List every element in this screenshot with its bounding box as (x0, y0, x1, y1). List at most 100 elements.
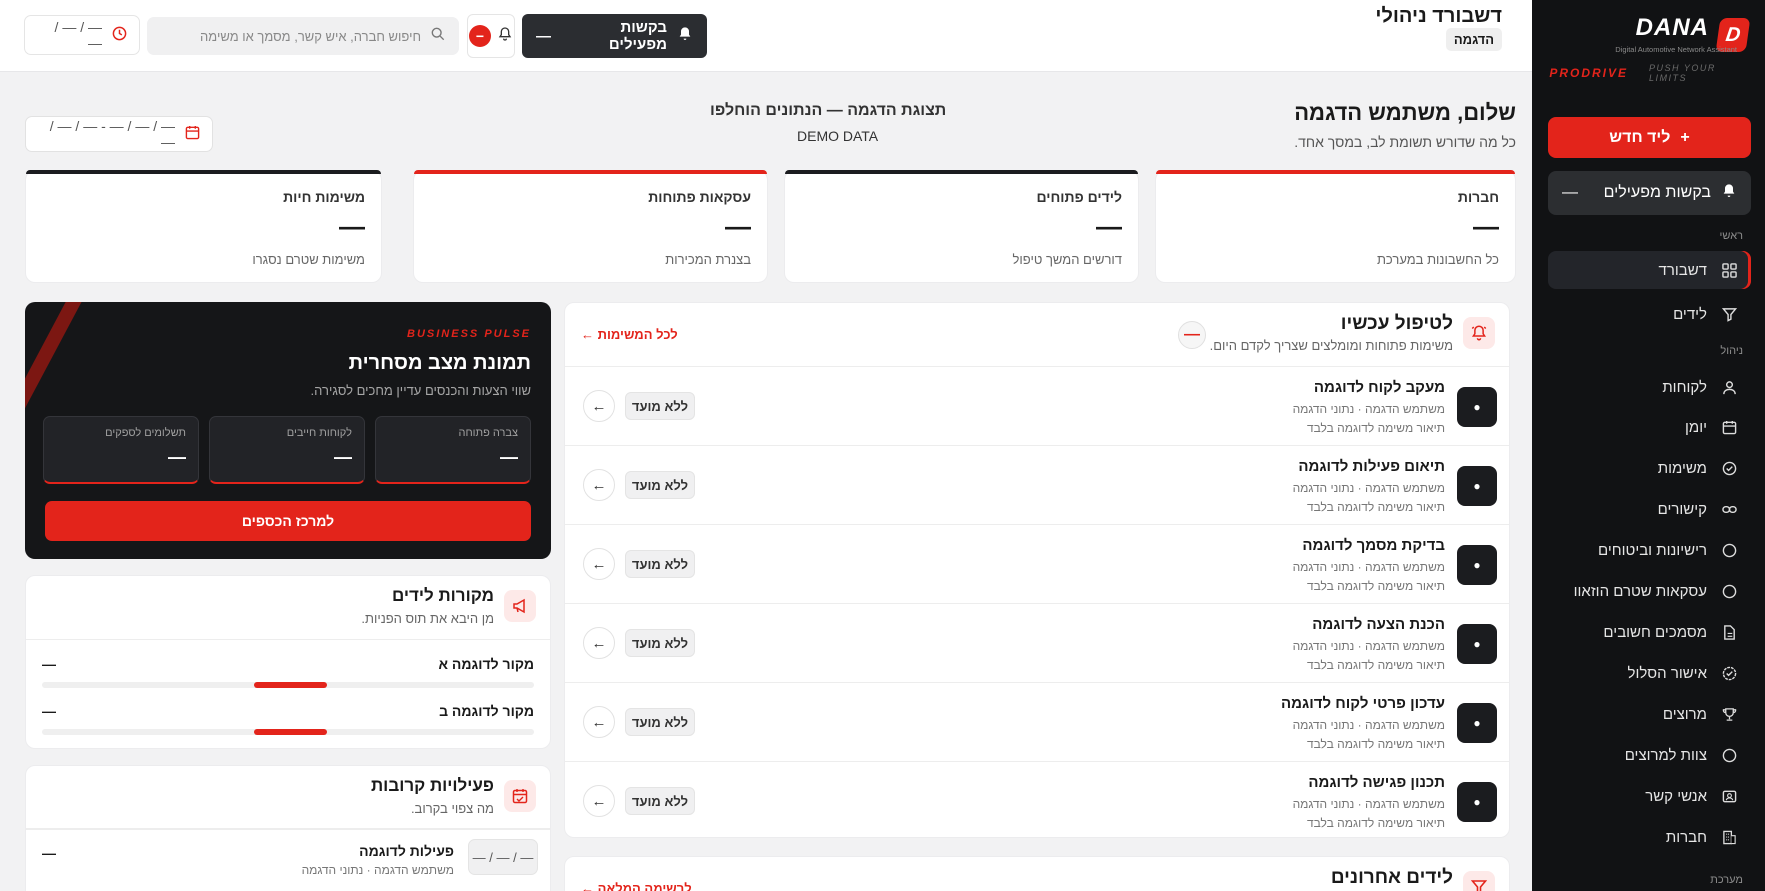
sidebar-item-label: אישור הסלול (1627, 664, 1707, 682)
top-bar: דשבורד ניהולי הדגמה בקשות מפעילים — − — … (0, 0, 1532, 72)
sidebar-item-label: לקוחות (1662, 378, 1707, 396)
bell-alert-icon (1463, 317, 1495, 349)
sidebar-item-leads[interactable]: לידים (1548, 295, 1751, 333)
lead-source-row[interactable]: מקור לדוגמה א — (42, 656, 534, 698)
badge-check-icon (1721, 665, 1737, 681)
arrow-left-icon[interactable]: ← (583, 390, 615, 422)
sidebar-item-companies[interactable]: חברות (1548, 818, 1751, 856)
task-due-badge: ללא מועד (625, 471, 695, 499)
arrow-left-icon[interactable]: ← (583, 548, 615, 580)
task-due-badge: ללא מועד (625, 708, 695, 736)
full-list-link[interactable]: לרשימה המלאה ← (581, 881, 692, 891)
demo-notice-title: תצוגת הדגמה — הנתונים הוחלפו (710, 102, 947, 119)
sidebar-item-race-team[interactable]: צוות למרוצים (1548, 736, 1751, 774)
topbar-date-picker[interactable]: — / — / — (24, 15, 140, 55)
bell-outline-icon (497, 26, 513, 47)
activity-row[interactable]: — / — / — פעילות לדוגמה משתמש הדגמה · נת… (26, 828, 550, 888)
operator-requests-label: בקשות מפעילים (608, 19, 667, 53)
kpi-card-live-tasks[interactable]: משימות חיות — משימות שטרם נסגרו (25, 170, 382, 283)
funnel-icon (1721, 306, 1737, 322)
task-description: תיאור משימה לדוגמה בלבד (1306, 658, 1445, 672)
kpi-value: — (1096, 211, 1122, 241)
arrow-left-icon[interactable]: ← (583, 469, 615, 501)
arrow-left-icon[interactable]: ← (583, 785, 615, 817)
lead-source-label: מקור לדוגמה ב (439, 703, 534, 719)
task-description: תיאור משימה לדוגמה בלבד (1306, 579, 1445, 593)
kpi-value: — (1473, 211, 1499, 241)
kpi-card-open-deals[interactable]: עסקאות פתוחות — בצנרת המכירות (413, 170, 768, 283)
sidebar-item-label: דשבורד (1658, 261, 1707, 279)
lead-source-row[interactable]: מקור לדוגמה ב — (42, 703, 534, 745)
upcoming-activities-subtitle: מה צפוי בקרוב. (410, 801, 494, 816)
task-description: תיאור משימה לדוגמה בלבד (1306, 500, 1445, 514)
bell-icon (1721, 183, 1737, 204)
sidebar-item-calendar[interactable]: יומן (1548, 408, 1751, 446)
pulse-metric-label: צברה פתוחה (458, 427, 518, 439)
date-range-picker[interactable]: — / — / — - — / — / — (25, 116, 213, 152)
lead-source-label: מקור לדוגמה א (438, 656, 534, 672)
sidebar-item-track-approval[interactable]: אישור הסלול (1548, 654, 1751, 692)
task-meta: משתמש הדגמה · נתוני הדגמה (1292, 481, 1445, 495)
sidebar-item-races[interactable]: מרוצים (1548, 695, 1751, 733)
pulse-metric-value: — (334, 447, 352, 467)
task-description: תיאור משימה לדוגמה בלבד (1306, 421, 1445, 435)
lead-source-value: — (42, 656, 56, 672)
sidebar: D DANA Digital Automotive Network Assist… (1532, 0, 1765, 891)
activity-meta: משתמש הדגמה · נתוני הדגמה (301, 863, 454, 877)
task-row[interactable]: ● מעקב לקוח לדוגמה משתמש הדגמה · נתוני ה… (565, 367, 1509, 446)
calendar-repeat-icon (504, 780, 536, 812)
kpi-title: לידים פתוחים (1036, 189, 1122, 205)
arrow-left-icon[interactable]: ← (583, 706, 615, 738)
sidebar-item-dashboard[interactable]: דשבורד (1548, 251, 1751, 289)
sidebar-item-licenses[interactable]: רישיונות וביטוחים (1548, 531, 1751, 569)
global-search[interactable] (147, 17, 459, 55)
sidebar-item-label: חברות (1665, 828, 1707, 846)
task-bullet-icon: ● (1457, 466, 1497, 506)
sidebar-item-label: יומן (1685, 418, 1707, 436)
task-bullet-icon: ● (1457, 387, 1497, 427)
kpi-title: משימות חיות (283, 189, 365, 205)
sidebar-item-contacts[interactable]: אנשי קשר (1548, 777, 1751, 815)
plus-icon: + (1680, 128, 1690, 146)
sidebar-item-customers[interactable]: לקוחות (1548, 368, 1751, 406)
kpi-card-companies[interactable]: חברות — כל החשבונות במערכת (1155, 170, 1516, 283)
pulse-metric-label: לקוחות חייבים (286, 427, 352, 439)
sidebar-item-label: מסמכים חשובים (1603, 623, 1707, 641)
task-bullet-icon: ● (1457, 782, 1497, 822)
sidebar-item-tasks[interactable]: משימות (1548, 449, 1751, 487)
lead-sources-panel: מקורות לידים מן היבא את תוס הפניות. מקור… (25, 575, 551, 749)
arrow-left-icon[interactable]: ← (583, 627, 615, 659)
task-row[interactable]: ● בדיקת מסמך לדוגמה משתמש הדגמה · נתוני … (565, 525, 1509, 604)
kpi-title: חברות (1457, 189, 1499, 205)
sidebar-item-pending-deals[interactable]: עסקאות שטרם הוזאוו (1548, 572, 1751, 610)
sidebar-item-documents[interactable]: מסמכים חשובים (1548, 613, 1751, 651)
pulse-metric-open-pipeline[interactable]: צברה פתוחה — (375, 416, 531, 484)
kpi-card-open-leads[interactable]: לידים פתוחים — דורשים המשך טיפול (784, 170, 1139, 283)
finance-center-button[interactable]: למרכז הכספים (45, 501, 531, 541)
all-tasks-link[interactable]: לכל המשימות ← (581, 327, 678, 342)
task-due-badge: ללא מועד (625, 392, 695, 420)
brand-logo[interactable]: D DANA Digital Automotive Network Assist… (1532, 0, 1765, 95)
sidebar-item-links[interactable]: קישורים (1548, 490, 1751, 528)
sidebar-item-label: רישיונות וביטוחים (1597, 541, 1707, 559)
notifications-button[interactable]: − (467, 14, 515, 58)
operator-requests-topbar-button[interactable]: בקשות מפעילים — (522, 14, 707, 58)
search-input[interactable] (171, 28, 421, 44)
operator-requests-count: — (1562, 184, 1578, 201)
operator-requests-button[interactable]: בקשות מפעילים — (1548, 171, 1751, 215)
user-icon (1721, 379, 1737, 395)
kpi-subtitle: משימות שטרם נסגרו (252, 252, 365, 267)
task-meta: משתמש הדגמה · נתוני הדגמה (1292, 402, 1445, 416)
new-lead-button[interactable]: + ליד חדש (1548, 117, 1751, 158)
pulse-metric-receivables[interactable]: לקוחות חייבים — (209, 416, 365, 484)
business-pulse-card: BUSINESS PULSE תמונת מצב מסחרית שווי הצע… (25, 302, 551, 559)
tasks-count-badge: — (1178, 321, 1206, 349)
sidebar-item-label: משימות (1657, 459, 1707, 477)
task-row[interactable]: ● תיאום פעילות לדוגמה משתמש הדגמה · נתונ… (565, 446, 1509, 525)
task-row[interactable]: ● הכנת הצעה לדוגמה משתמש הדגמה · נתוני ה… (565, 604, 1509, 683)
pulse-metric-payables[interactable]: תשלומים לספקים — (43, 416, 199, 484)
task-due-badge: ללא מועד (625, 787, 695, 815)
calendar-icon (185, 125, 200, 143)
task-row[interactable]: ● תכנון פגישה לדוגמה משתמש הדגמה · נתוני… (565, 762, 1509, 837)
task-row[interactable]: ● עדכון פרטי לקוח לדוגמה משתמש הדגמה · נ… (565, 683, 1509, 762)
